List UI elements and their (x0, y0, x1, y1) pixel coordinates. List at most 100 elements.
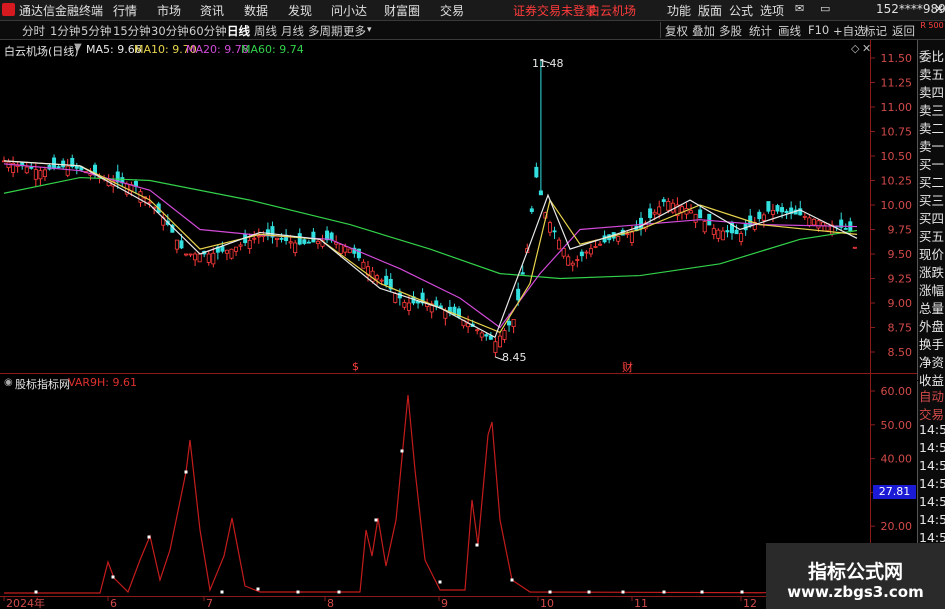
candle-body (361, 261, 366, 269)
indicator-dot (147, 535, 151, 539)
indicator-dot (700, 590, 704, 594)
candle-body (338, 244, 343, 254)
candle-body (579, 251, 584, 257)
chart-close-icon[interactable]: ✕ (862, 42, 871, 55)
menu-news[interactable]: 资讯 (200, 2, 224, 19)
btn-stats[interactable]: 统计 (749, 23, 772, 39)
candle-body (843, 228, 848, 230)
candle-body (770, 209, 775, 215)
price-tick-label: 10.50 (881, 150, 913, 163)
candle-body (52, 157, 57, 169)
quote-field-label: 卖四 (919, 85, 945, 100)
toolbar-divider (660, 22, 661, 38)
period-daily[interactable]: 日线 (227, 23, 250, 39)
menu-layout[interactable]: 版面 (698, 2, 722, 19)
period-tick[interactable]: 分时 (22, 23, 45, 39)
indicator-dot (548, 590, 552, 594)
menu-function[interactable]: 功能 (667, 2, 691, 19)
candle-body (784, 210, 789, 214)
trade-login-warning[interactable]: 证券交易未登录 (513, 2, 597, 19)
candle-body (516, 288, 521, 301)
period-5min[interactable]: 5分钟 (81, 23, 111, 39)
quote-field-label: 外盘 (919, 319, 945, 334)
candle-body (297, 233, 302, 245)
ma60-line (3, 176, 858, 280)
more-dropdown-icon[interactable]: ▾ (367, 25, 372, 35)
period-monthly[interactable]: 月线 (281, 23, 304, 39)
period-more[interactable]: 更多 (343, 23, 366, 39)
auto-trade-label[interactable]: 自动 (919, 386, 944, 405)
candle-body (42, 169, 47, 177)
candle-body (557, 239, 562, 250)
menu-data[interactable]: 数据 (244, 2, 268, 19)
candle-body (720, 230, 725, 241)
candle-body (552, 230, 557, 233)
period-60min[interactable]: 60分钟 (189, 23, 227, 39)
menu-quotes[interactable]: 行情 (113, 2, 137, 19)
event-marker-finance[interactable]: 财 (622, 359, 633, 375)
candle-body (548, 222, 553, 233)
menu-discover[interactable]: 发现 (288, 2, 312, 19)
menu-market[interactable]: 市场 (157, 2, 181, 19)
btn-multi-stock[interactable]: 多股 (719, 23, 742, 39)
var9h-path (4, 394, 858, 594)
period-15min[interactable]: 15分钟 (113, 23, 151, 39)
indicator-dot (296, 590, 300, 594)
close-icon[interactable]: ✕ (934, 2, 944, 16)
indicator-settings-icon[interactable]: ◉ (4, 377, 13, 388)
candle-body (393, 293, 398, 303)
candle-body (693, 213, 698, 223)
quote-field-label: 买四 (919, 211, 945, 226)
btn-adjust[interactable]: 复权 (665, 23, 688, 39)
candle-body (484, 334, 489, 337)
candle-body (179, 240, 184, 249)
candlesticks (2, 59, 857, 361)
ma20-label: MA20: 9.78 (186, 43, 249, 56)
chart-diamond-icon[interactable]: ◇ (851, 42, 859, 55)
candle-body (293, 242, 298, 254)
app-logo-icon (2, 3, 15, 16)
btn-draw[interactable]: 画线 (778, 23, 801, 39)
period-30min[interactable]: 30分钟 (151, 23, 189, 39)
menu-formula[interactable]: 公式 (729, 2, 753, 19)
candle-body (593, 246, 598, 248)
menu-ask[interactable]: 问小达 (331, 2, 367, 19)
btn-mark[interactable]: 标记 (864, 23, 887, 39)
indicator-dot (220, 590, 224, 594)
minimize-icon[interactable]: ▭ (820, 2, 830, 15)
price-tick-label: 9.25 (888, 273, 913, 286)
trade-time-entry: 14:5 (919, 476, 945, 491)
btn-add-watchlist[interactable]: +自选 (833, 23, 866, 39)
indicator-tick-label: 50.00 (881, 419, 913, 432)
candle-body (529, 208, 534, 213)
candle-body (761, 214, 766, 221)
btn-overlay[interactable]: 叠加 (692, 23, 715, 39)
candle-body (652, 211, 657, 215)
quote-field-label: 涨幅 (919, 283, 945, 298)
candle-body (734, 229, 739, 235)
btn-f10[interactable]: F10 (808, 23, 829, 37)
mail-icon[interactable]: ✉ (795, 2, 804, 15)
indicator-dot (438, 580, 442, 584)
candle-body (821, 221, 826, 227)
period-1min[interactable]: 1分钟 (50, 23, 80, 39)
menu-trade[interactable]: 交易 (440, 2, 464, 19)
candle-body (379, 279, 384, 282)
candle-body (716, 229, 721, 239)
period-multi[interactable]: 多周期 (308, 23, 343, 39)
period-weekly[interactable]: 周线 (254, 23, 277, 39)
btn-back[interactable]: 返回 (892, 23, 915, 39)
candle-body (598, 243, 603, 246)
candle-body (661, 199, 666, 202)
trade-time-entry: 14:5 (919, 422, 945, 437)
chart-settings-icon[interactable]: ▼ (74, 42, 82, 53)
menu-wealth[interactable]: 财富圈 (384, 2, 420, 19)
event-marker-dollar[interactable]: $ (352, 360, 359, 373)
kline-chart[interactable]: 11.50 11.25 11.00 10.75 10.50 10.25 10.00 9.75 9… (0, 40, 917, 609)
candle-body (188, 253, 193, 256)
indicator-dot (374, 518, 378, 522)
auto-trade-label[interactable]: 交易 (919, 404, 944, 423)
candle-body (279, 237, 284, 240)
quote-field-label: 卖一 (919, 139, 945, 154)
menu-options[interactable]: 选项 (760, 2, 784, 19)
